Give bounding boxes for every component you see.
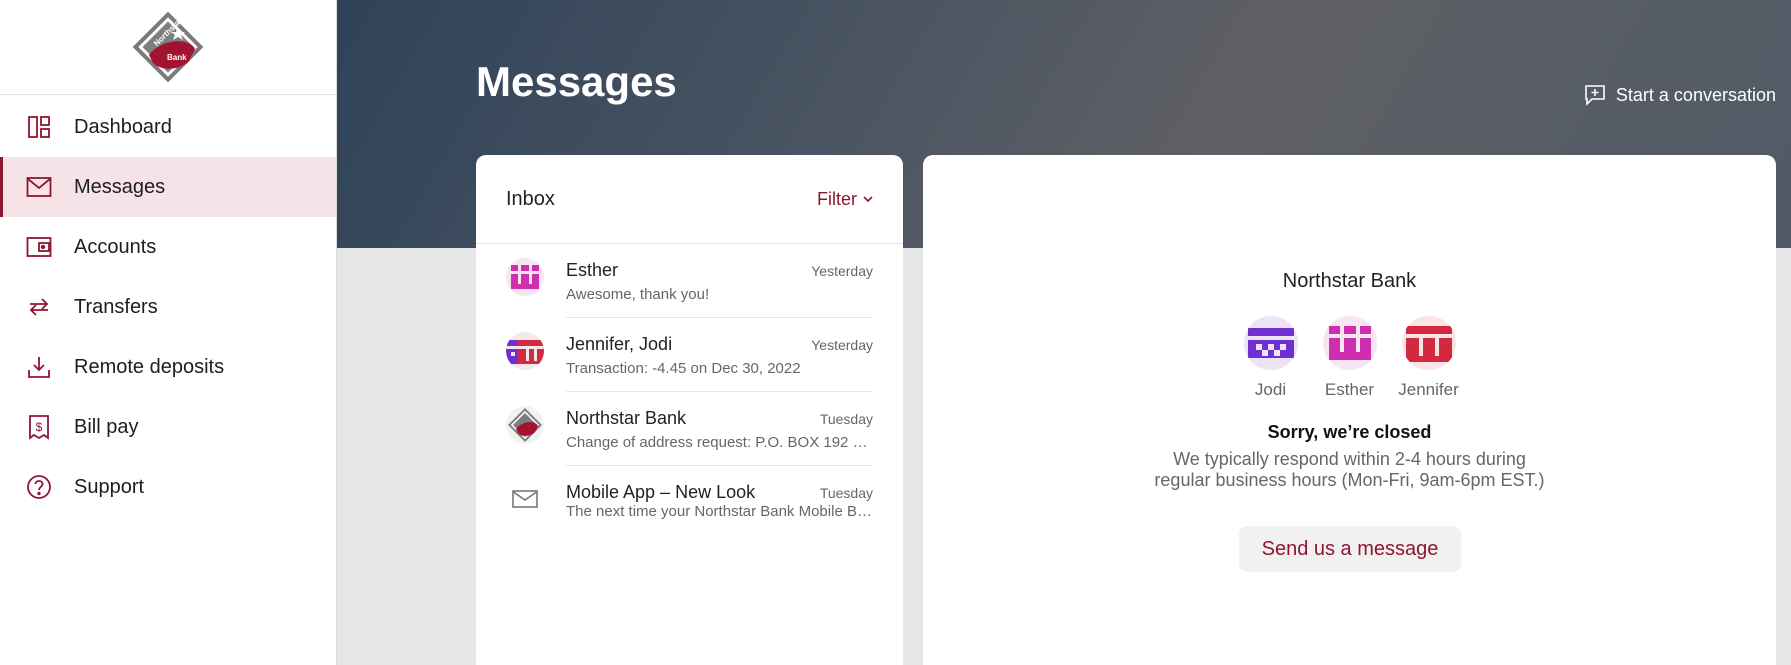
hours-line: regular business hours (Mon-Fri, 9am-6pm… [1154,470,1545,490]
closed-heading: Sorry, we’re closed [1267,422,1432,442]
agent-list: Jodi Esther Jennifer [923,316,1776,400]
message-preview: Transaction: -4.45 on Dec 30, 2022 [566,360,801,377]
logo-area: Northstar Bank [0,0,336,95]
start-conversation-button[interactable]: Start a conversation [1584,84,1776,106]
sidebar-item-bill-pay[interactable]: $ Bill pay [0,397,336,457]
northstar-bank-logo[interactable]: Northstar Bank [131,11,205,83]
transfer-arrows-icon [26,294,52,320]
sidebar-item-accounts[interactable]: Accounts [0,217,336,277]
page-title: Messages [476,58,677,105]
inbox-header: Inbox Filter [476,155,903,244]
message-date: Tuesday [819,411,873,427]
sidebar-item-label: Remote deposits [74,355,225,378]
agent-jennifer: Jennifer [1398,316,1459,400]
download-tray-icon [26,354,52,380]
sidebar-item-label: Support [74,475,145,498]
sidebar-item-transfers[interactable]: Transfers [0,277,336,337]
sidebar-item-dashboard[interactable]: Dashboard [0,97,336,157]
inbox-title: Inbox [506,187,555,210]
jennifer-avatar [1401,316,1456,370]
sidebar-item-label: Dashboard [74,115,172,138]
conversation-panel: Northstar Bank Jodi Esther Jennifer Sorr… [923,155,1776,665]
sidebar-item-remote-deposits[interactable]: Remote deposits [0,337,336,397]
agent-jodi: Jodi [1243,316,1298,400]
wallet-icon [26,234,52,260]
sidebar-nav: Dashboard Messages Accounts Transfers Re… [0,95,336,517]
sidebar-item-label: Messages [74,175,166,198]
svg-text:$: $ [36,420,43,434]
message-preview: Awesome, thank you! [566,286,710,303]
filter-dropdown[interactable]: Filter [817,189,873,210]
envelope-icon [506,480,544,518]
message-date: Tuesday [819,485,873,501]
logo-text-bank: Bank [167,53,187,62]
message-date: Yesterday [811,263,873,279]
filter-label: Filter [817,188,857,209]
business-hours-text: We typically respond within 2-4 hours du… [923,449,1776,491]
message-list-item[interactable]: Northstar Bank Tuesday Change of address… [476,392,903,466]
agent-esther: Esther [1322,316,1377,400]
message-sender: Esther [566,260,619,280]
sidebar-item-label: Accounts [74,235,157,258]
dashboard-icon [26,114,52,140]
message-date: Yesterday [811,337,873,353]
sidebar: Northstar Bank Dashboard Messages Accoun… [0,0,337,665]
envelope-icon [26,174,52,200]
sidebar-item-label: Bill pay [74,415,139,438]
help-circle-icon [26,474,52,500]
chevron-down-icon [863,196,873,202]
jodi-avatar [1243,316,1298,370]
message-list-item[interactable]: Esther Yesterday Awesome, thank you! [476,244,903,318]
message-list-item[interactable]: Jennifer, Jodi Yesterday Transaction: -4… [476,318,903,392]
esther-avatar [1322,316,1377,370]
inbox-panel: Inbox Filter Esther Yesterday Awesome, t… [476,155,903,665]
message-sender: Jennifer, Jodi [566,334,673,354]
send-message-button[interactable]: Send us a message [1239,526,1461,572]
message-sender: Mobile App – New Look [566,482,756,502]
sidebar-item-support[interactable]: Support [0,457,336,517]
bill-dollar-icon: $ [26,414,52,440]
bank-name-heading: Northstar Bank [1282,270,1417,292]
new-chat-icon [1585,85,1605,106]
message-preview: Change of address request: P.O. BOX 192 … [566,434,873,451]
group-pixel-avatar [506,332,544,370]
pink-pixel-avatar [506,258,544,296]
sidebar-item-label: Transfers [74,295,158,318]
bank-logo-avatar [506,406,544,444]
message-sender: Northstar Bank [566,408,687,428]
agent-name: Jennifer [1398,380,1459,399]
agent-name: Esther [1324,380,1375,399]
agent-name: Jodi [1254,380,1287,399]
start-conversation-label: Start a conversation [1615,84,1776,105]
message-preview: The next time your Northstar Bank Mobile… [566,503,872,520]
message-list-item[interactable]: Mobile App – New Look Tuesday The next t… [476,466,903,540]
hours-line: We typically respond within 2-4 hours du… [1173,449,1526,469]
sidebar-item-messages[interactable]: Messages [0,157,336,217]
